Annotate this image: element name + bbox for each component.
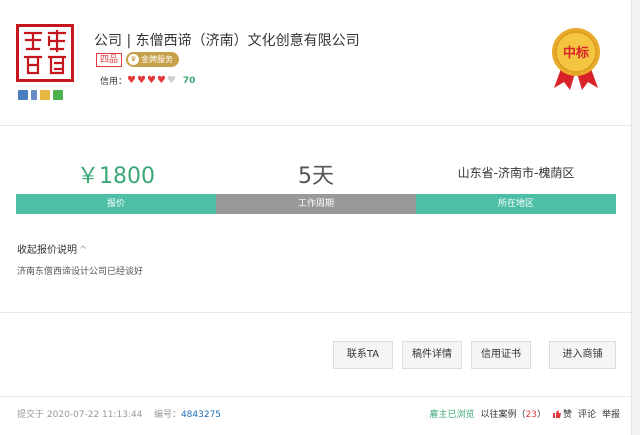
credit-rating: 信用： ♥♥♥♥♥ 70 — [100, 74, 195, 87]
gold-service-label: 金牌服务 — [141, 55, 174, 64]
comment-button[interactable]: 评论 — [578, 407, 596, 420]
report-button[interactable]: 举报 — [602, 407, 620, 420]
phone-icon — [31, 90, 37, 100]
period-label-bar: 工作周期 — [216, 194, 416, 214]
gold-service-badge: ♛ 金牌服务 — [126, 52, 180, 67]
submitted-label: 提交于 — [17, 410, 45, 420]
bidder-header: 公司 | 东僧西谛（济南）文化创意有限公司 四品 ♛ 金牌服务 信用： ♥♥♥♥… — [0, 0, 632, 126]
heart-icon: ♥ — [166, 74, 176, 86]
company-tags: 四品 ♛ 金牌服务 — [96, 52, 180, 67]
company-logo[interactable] — [16, 24, 74, 82]
submitted-time: 2020-07-22 11:13:44 — [46, 410, 143, 420]
like-label: 赞 — [562, 410, 572, 420]
toggle-description-label: 收起报价说明 — [17, 245, 77, 256]
credit-score: 70 — [182, 75, 196, 86]
past-cases-count: 23 — [525, 410, 537, 420]
action-bar: 联系TA 稿件详情 信用证书 进入商铺 — [0, 312, 632, 384]
credit-certificate-button[interactable]: 信用证书 — [471, 341, 531, 369]
stat-price: ￥1800 报价 — [16, 150, 216, 214]
employer-viewed: 雇主已浏览 — [429, 410, 475, 420]
crown-icon: ♛ — [128, 54, 140, 65]
past-cases-link[interactable]: 以往案例（23） — [480, 407, 545, 420]
heart-icon: ♥ — [136, 74, 146, 86]
stat-period: 5天 工作周期 — [216, 150, 416, 214]
bid-number: 4843275 — [180, 410, 222, 420]
id-card-icon — [18, 90, 28, 100]
period-value: 5天 — [298, 164, 334, 189]
number-label: 编号： — [153, 410, 181, 420]
footer-actions: 雇主已浏览 以往案例（23） 赞 评论 举报 — [429, 407, 620, 420]
heart-icon: ♥ — [146, 74, 156, 86]
thumbs-up-icon — [552, 409, 561, 418]
manuscript-details-button[interactable]: 稿件详情 — [402, 341, 462, 369]
verification-badges — [18, 90, 63, 102]
email-icon — [40, 90, 50, 100]
bid-stats: ￥1800 报价 5天 工作周期 山东省-济南市-槐荫区 所在地区 — [16, 150, 616, 214]
past-cases-close: ） — [536, 410, 546, 420]
credit-label: 信用： — [100, 77, 128, 87]
seal-logo-icon — [23, 29, 67, 75]
location-value: 山东省-济南市-槐荫区 — [457, 166, 575, 180]
heart-icon: ♥ — [127, 74, 136, 86]
level-badge: 四品 — [96, 52, 123, 67]
submission-info: 提交于 2020-07-22 11:13:44 编号：4843275 — [17, 407, 221, 420]
winning-bid-medal-icon: 中标 — [552, 28, 600, 90]
caret-up-icon: ^ — [79, 245, 88, 256]
enter-shop-button[interactable]: 进入商铺 — [549, 341, 616, 369]
location-label-bar: 所在地区 — [416, 194, 616, 214]
credit-hearts: ♥♥♥♥♥ — [127, 74, 177, 86]
description-text: 济南东僧西谛设计公司已经谈好 — [17, 267, 144, 277]
contact-button[interactable]: 联系TA — [333, 341, 393, 369]
price-label-bar: 报价 — [16, 194, 216, 214]
company-title[interactable]: 公司 | 东僧西谛（济南）文化创意有限公司 — [94, 30, 360, 50]
bank-card-icon — [53, 90, 63, 100]
bid-footer: 提交于 2020-07-22 11:13:44 编号：4843275 雇主已浏览… — [0, 396, 632, 430]
past-cases-label: 以往案例（ — [480, 410, 526, 420]
like-button[interactable]: 赞 — [552, 407, 572, 420]
medal-text: 中标 — [563, 45, 589, 61]
bid-card: 公司 | 东僧西谛（济南）文化创意有限公司 四品 ♛ 金牌服务 信用： ♥♥♥♥… — [0, 0, 632, 435]
toggle-description[interactable]: 收起报价说明 ^ — [17, 241, 87, 256]
price-value: ￥1800 — [77, 164, 155, 189]
heart-icon: ♥ — [156, 74, 166, 86]
stat-location: 山东省-济南市-槐荫区 所在地区 — [416, 150, 616, 214]
